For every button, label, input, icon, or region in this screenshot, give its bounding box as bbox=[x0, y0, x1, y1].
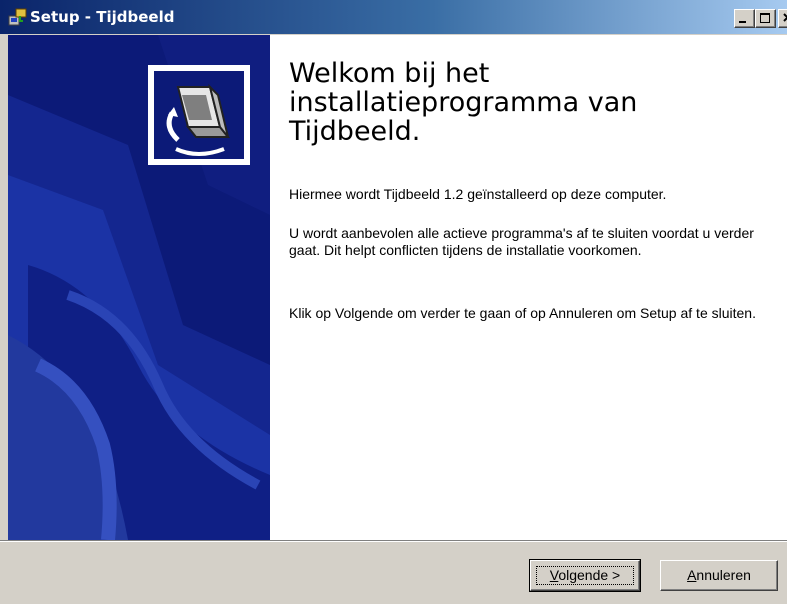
title-bar[interactable]: Setup - Tijdbeeld bbox=[0, 0, 787, 34]
welcome-title: Welkom bij het installatieprogramma van … bbox=[289, 58, 638, 147]
welcome-paragraph: Hiermee wordt Tijdbeeld 1.2 geïnstalleer… bbox=[289, 186, 667, 202]
computer-install-icon bbox=[148, 65, 250, 165]
cancel-button[interactable]: Annuleren bbox=[660, 560, 778, 591]
window-title: Setup - Tijdbeeld bbox=[30, 8, 175, 26]
next-button-label: Volgende > bbox=[549, 567, 621, 583]
close-icon bbox=[783, 13, 787, 22]
setup-installer-icon bbox=[8, 8, 27, 26]
cancel-button-label: Annuleren bbox=[687, 567, 751, 583]
welcome-paragraph: Klik op Volgende om verder te gaan of op… bbox=[289, 305, 756, 321]
maximize-icon bbox=[760, 13, 770, 23]
welcome-paragraph: U wordt aanbevolen alle actieve programm… bbox=[289, 225, 754, 258]
wizard-side-image bbox=[8, 35, 270, 540]
setup-window: Setup - Tijdbeeld Welkom bij het install… bbox=[0, 0, 787, 604]
minimize-icon bbox=[739, 21, 746, 23]
maximize-button[interactable] bbox=[755, 9, 776, 28]
close-button[interactable] bbox=[778, 9, 787, 28]
welcome-content: Welkom bij het installatieprogramma van … bbox=[270, 35, 787, 540]
next-button[interactable]: Volgende > bbox=[529, 559, 641, 592]
minimize-button[interactable] bbox=[734, 9, 755, 28]
divider bbox=[0, 541, 787, 542]
